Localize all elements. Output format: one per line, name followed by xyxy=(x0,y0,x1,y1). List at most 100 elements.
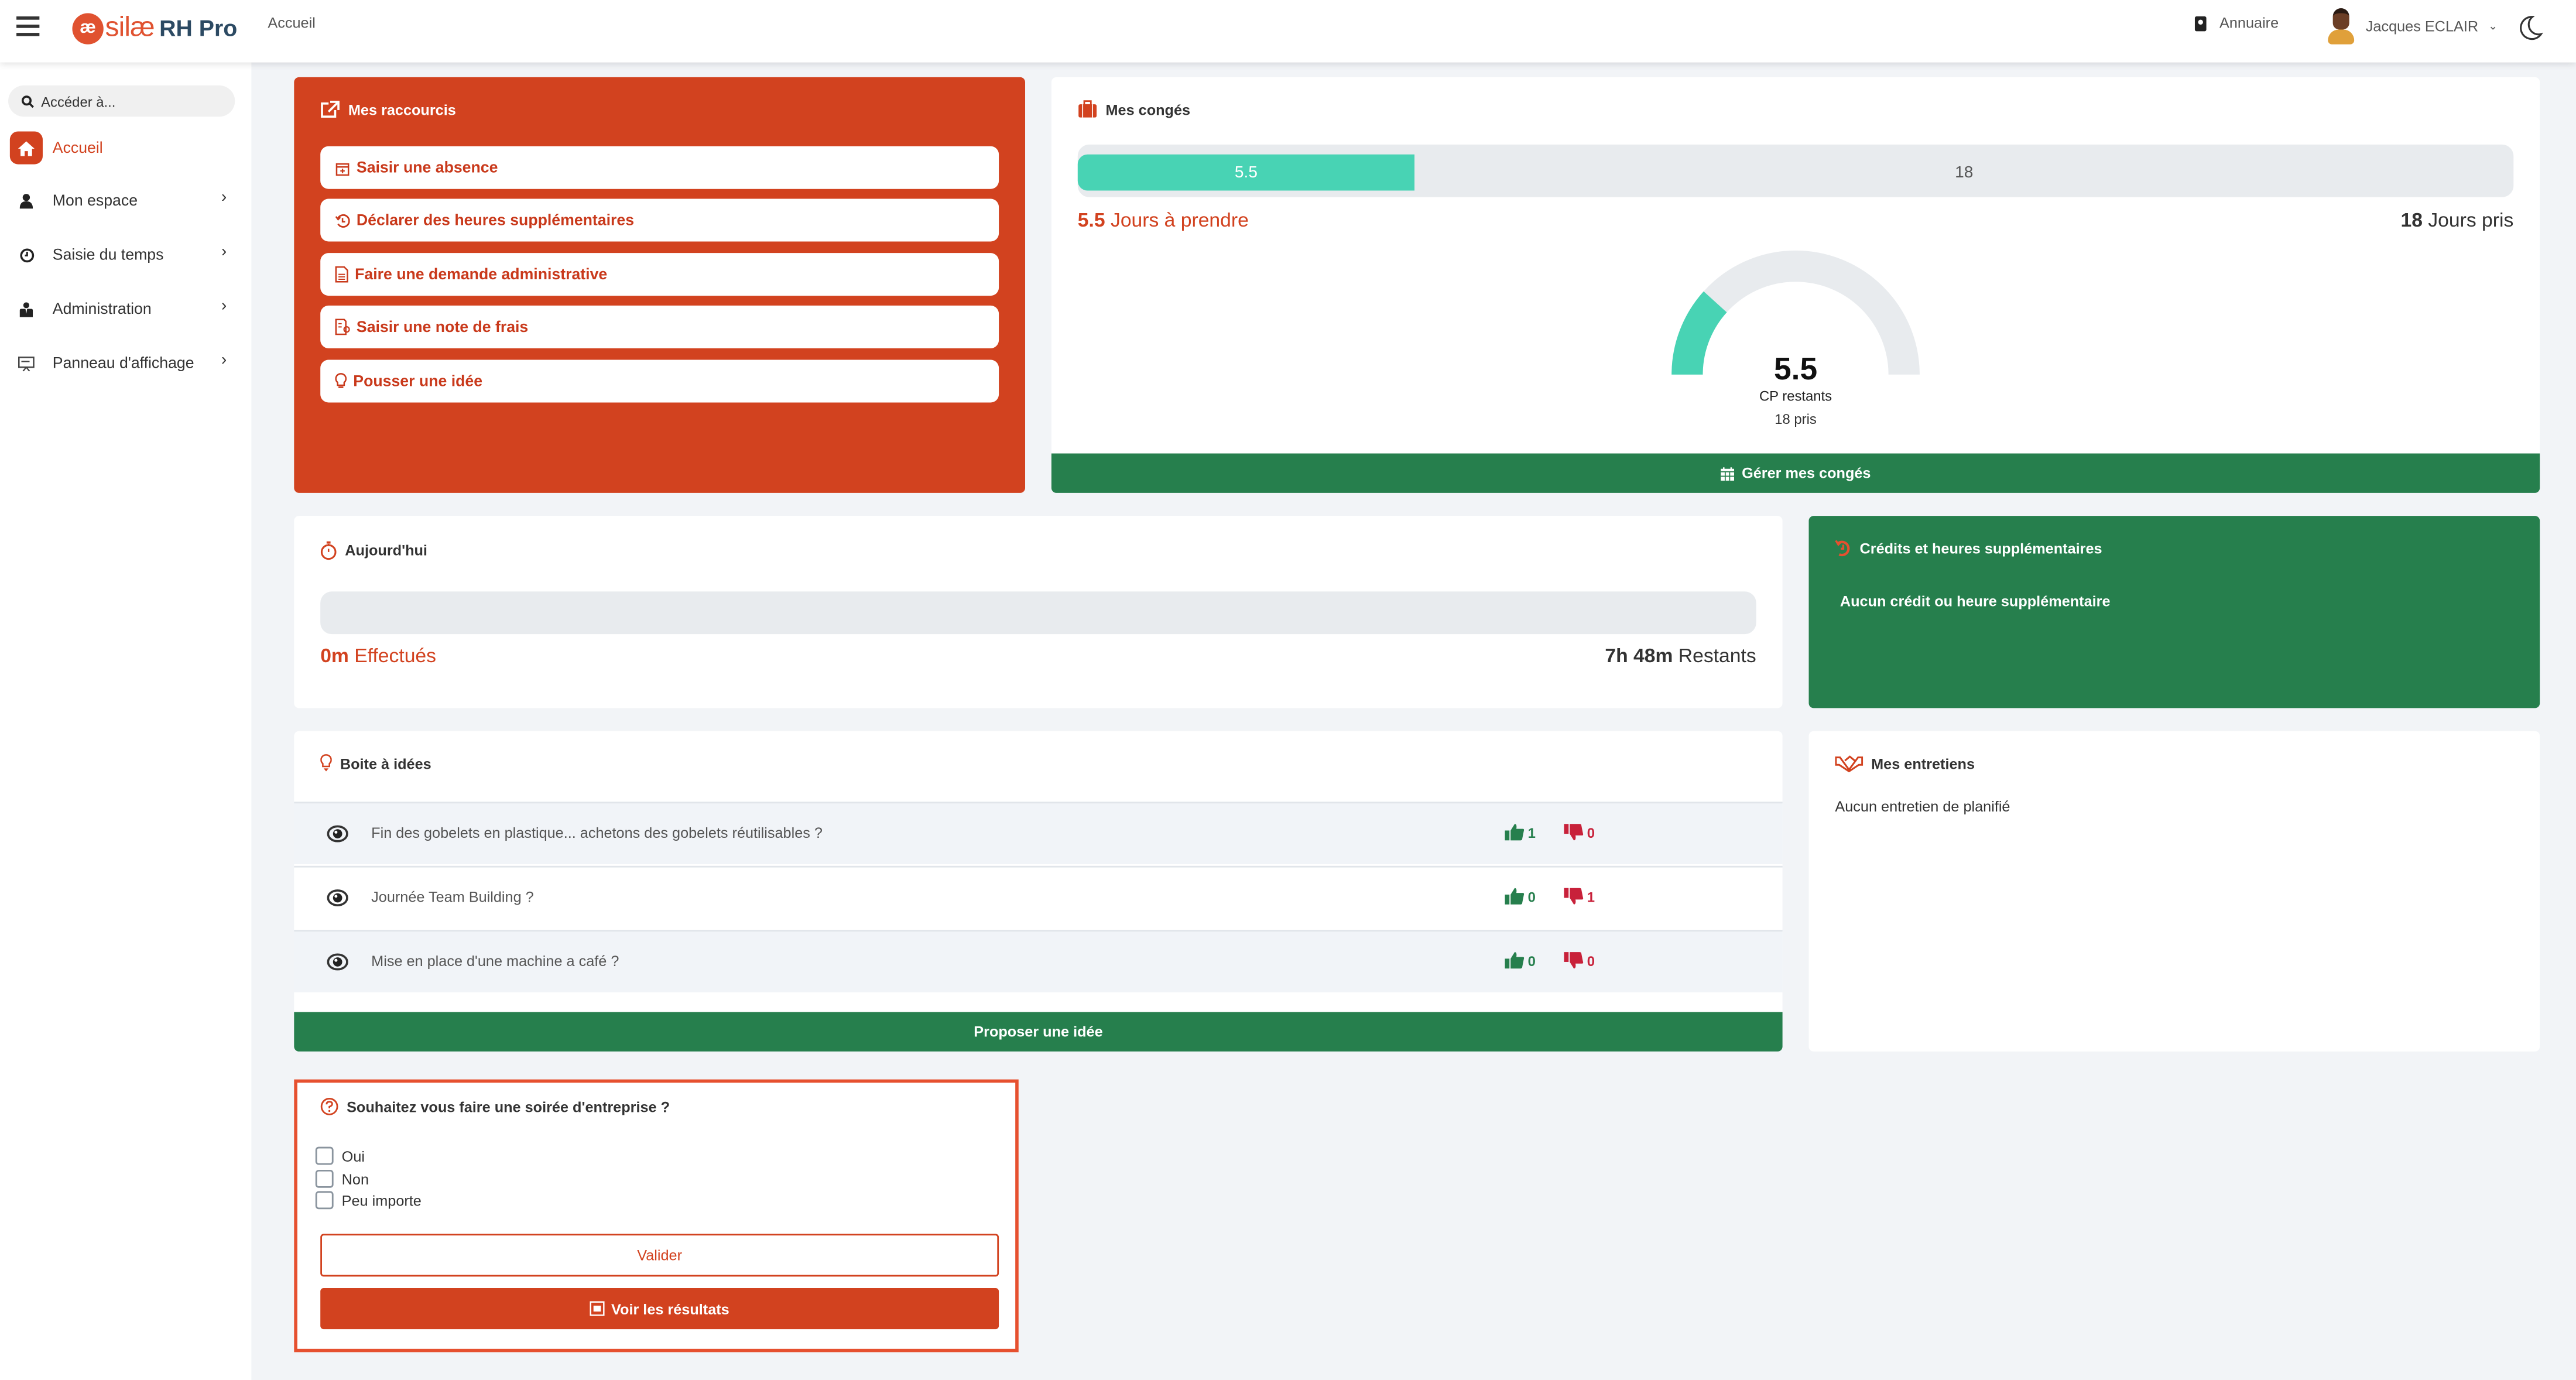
vote-up-count: 1 xyxy=(1527,824,1536,841)
logo-brand: silæ xyxy=(105,11,155,43)
annuaire-link[interactable]: Annuaire xyxy=(2194,15,2279,32)
shortcut-heures-supplementaires[interactable]: Déclarer des heures supplémentaires xyxy=(320,198,999,242)
interviews-card: Mes entretiens Aucun entretien de planif… xyxy=(1808,731,2540,1052)
poll-results-button[interactable]: Voir les résultats xyxy=(320,1287,999,1330)
ideas-title-text: Boite à idées xyxy=(340,755,431,772)
work-progress-bar xyxy=(320,591,1756,635)
credits-card: Crédits et heures supplémentaires Aucun … xyxy=(1808,516,2540,708)
poll-card: Souhaitez vous faire une soirée d'entrep… xyxy=(294,1079,1019,1352)
sidebar: Accéder à... Accueil Mon espace › Saisie… xyxy=(0,62,252,1380)
vote-down-button[interactable]: 1 xyxy=(1564,887,1595,905)
chevron-right-icon: › xyxy=(221,189,227,207)
poll-submit-button[interactable]: Valider xyxy=(320,1234,999,1277)
sidebar-item-accueil[interactable]: Accueil xyxy=(9,130,240,166)
app-logo[interactable]: æ silæ RH Pro xyxy=(72,10,237,46)
poll-results-label: Voir les résultats xyxy=(611,1300,729,1317)
poll-option-oui[interactable]: Oui xyxy=(315,1146,365,1165)
poll-option-peu-importe[interactable]: Peu importe xyxy=(315,1191,422,1210)
annuaire-label: Annuaire xyxy=(2219,15,2279,32)
vote-up-button[interactable]: 1 xyxy=(1505,823,1536,841)
vote-up-count: 0 xyxy=(1527,888,1536,905)
time-done-label: Effectués xyxy=(348,643,437,667)
sidebar-item-mon-espace[interactable]: Mon espace › xyxy=(10,182,240,218)
chevron-down-icon: ⌄ xyxy=(2488,21,2498,33)
user-menu[interactable]: Jacques ECLAIR ⌄ xyxy=(2326,8,2498,44)
days-to-take-value: 5.5 xyxy=(1077,208,1105,232)
leave-progress-bar: 5.5 18 xyxy=(1077,144,2514,197)
interviews-title: Mes entretiens xyxy=(1835,754,1975,772)
shortcut-saisir-absence[interactable]: Saisir une absence xyxy=(320,146,999,189)
credits-empty-message: Aucun crédit ou heure supplémentaire xyxy=(1839,593,2111,610)
manage-leave-button[interactable]: Gérer mes congés xyxy=(1051,453,2540,493)
idea-row[interactable]: Journée Team Building ? 0 1 xyxy=(294,865,1783,929)
sidebar-item-label: Mon espace xyxy=(52,191,138,210)
sidebar-item-saisie-du-temps[interactable]: Saisie du temps › xyxy=(10,237,240,273)
time-done: 0m Effectués xyxy=(320,644,436,667)
days-to-take-label: Jours à prendre xyxy=(1105,208,1249,232)
credits-title-text: Crédits et heures supplémentaires xyxy=(1859,539,2102,556)
manage-leave-label: Gérer mes congés xyxy=(1742,465,1871,482)
today-title: Aujourd'hui xyxy=(320,540,427,560)
clock-icon xyxy=(10,238,43,271)
eye-icon[interactable] xyxy=(327,825,348,843)
gauge-label: CP restants xyxy=(1759,388,1832,405)
shortcut-pousser-idee[interactable]: Pousser une idée xyxy=(320,359,999,403)
breadcrumb[interactable]: Accueil xyxy=(268,15,315,31)
propose-idea-button[interactable]: Proposer une idée xyxy=(294,1012,1783,1052)
sidebar-item-label: Panneau d'affichage xyxy=(52,354,194,372)
vote-down-button[interactable]: 0 xyxy=(1564,823,1595,841)
user-name: Jacques ECLAIR xyxy=(2365,18,2479,35)
leave-title: Mes congés xyxy=(1078,100,1190,118)
checkbox[interactable] xyxy=(315,1146,334,1165)
poll-question: Souhaitez vous faire une soirée d'entrep… xyxy=(320,1097,670,1115)
sidebar-item-panneau-affichage[interactable]: Panneau d'affichage › xyxy=(10,345,240,381)
shortcut-label: Pousser une idée xyxy=(353,372,483,391)
thumbs-up-icon xyxy=(1505,952,1525,969)
leave-taken-segment: 18 xyxy=(1955,163,1974,182)
leave-card: Mes congés 5.5 18 5.5 Jours à prendre 18… xyxy=(1051,77,2540,493)
logo-mark: æ xyxy=(72,12,104,44)
question-circle-icon xyxy=(320,1098,338,1115)
propose-idea-label: Proposer une idée xyxy=(974,1023,1103,1040)
vote-up-button[interactable]: 0 xyxy=(1505,887,1536,905)
home-icon xyxy=(9,131,43,165)
idea-row[interactable]: Mise en place d'une machine a café ? 0 0 xyxy=(294,930,1783,992)
vote-down-button[interactable]: 0 xyxy=(1564,951,1595,970)
thumbs-down-icon xyxy=(1564,888,1584,905)
history-icon xyxy=(1835,540,1850,557)
idea-text: Journée Team Building ? xyxy=(371,889,534,906)
search-placeholder: Accéder à... xyxy=(41,93,116,109)
shortcut-label: Faire une demande administrative xyxy=(355,265,608,284)
document-icon xyxy=(335,266,348,283)
gauge-value: 5.5 xyxy=(1773,353,1818,388)
receipt-icon xyxy=(335,319,350,335)
eye-icon[interactable] xyxy=(327,953,348,971)
days-taken-label: Jours pris xyxy=(2422,208,2514,232)
lightbulb-icon xyxy=(335,373,347,388)
checkbox[interactable] xyxy=(315,1169,334,1188)
thumbs-down-icon xyxy=(1564,824,1584,841)
dark-mode-moon-icon[interactable] xyxy=(2515,13,2545,43)
calendar-plus-icon xyxy=(335,162,350,175)
idea-row[interactable]: Fin des gobelets en plastique... acheton… xyxy=(294,802,1783,865)
menu-toggle-icon[interactable] xyxy=(16,16,40,36)
poll-option-non[interactable]: Non xyxy=(315,1169,369,1188)
vote-up-button[interactable]: 0 xyxy=(1505,951,1536,970)
sidebar-item-label: Saisie du temps xyxy=(52,245,164,264)
shortcut-label: Saisir une note de frais xyxy=(356,317,529,336)
days-to-take: 5.5 Jours à prendre xyxy=(1078,208,1249,231)
shortcut-label: Déclarer des heures supplémentaires xyxy=(356,211,635,230)
eye-icon[interactable] xyxy=(327,889,348,907)
sidebar-item-administration[interactable]: Administration › xyxy=(10,291,240,327)
chevron-right-icon: › xyxy=(221,297,227,316)
calendar-icon xyxy=(1721,466,1735,480)
time-done-value: 0m xyxy=(320,643,349,667)
shortcut-note-de-frais[interactable]: Saisir une note de frais xyxy=(320,305,999,348)
shortcut-demande-administrative[interactable]: Faire une demande administrative xyxy=(320,253,999,296)
gauge-fill xyxy=(1671,291,1727,375)
time-remaining-value: 7h 48m xyxy=(1605,643,1673,667)
sidebar-search-input[interactable]: Accéder à... xyxy=(8,85,235,117)
idea-text: Fin des gobelets en plastique... acheton… xyxy=(371,824,823,841)
poll-results-icon xyxy=(590,1301,605,1316)
checkbox[interactable] xyxy=(315,1191,334,1210)
